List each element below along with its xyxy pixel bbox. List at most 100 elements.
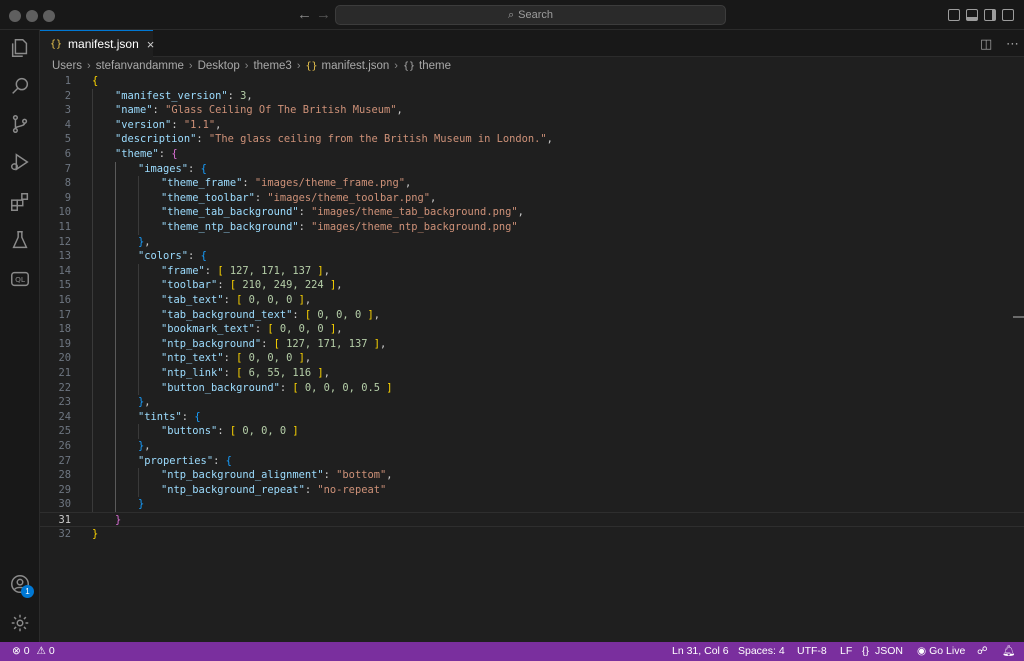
code-line[interactable]: 18 "bookmark_text": [ 0, 0, 0 ], xyxy=(40,322,1024,337)
code-token: : xyxy=(152,104,166,117)
extensions-icon[interactable] xyxy=(0,184,40,220)
forward-arrow-icon[interactable]: → xyxy=(316,5,331,25)
code-line[interactable]: 30} xyxy=(40,497,1024,512)
code-token: "bookmark_text" xyxy=(161,323,255,336)
code-line[interactable]: 2 "manifest_version": 3, xyxy=(40,89,1024,104)
code-token: : xyxy=(304,483,318,496)
code-editor[interactable]: 1{2 "manifest_version": 3, 3 "name": "Glass… xyxy=(40,74,1024,642)
breadcrumb-symbol[interactable]: theme xyxy=(419,60,451,72)
code-token: "no-repeat" xyxy=(317,483,387,496)
code-line[interactable]: 13 "colors": { xyxy=(40,249,1024,264)
code-token: , xyxy=(336,279,343,292)
code-token: : xyxy=(323,469,337,482)
code-token: , xyxy=(517,206,524,219)
code-line[interactable]: 1{ xyxy=(40,74,1024,89)
code-line[interactable]: 21 "ntp_link": [ 6, 55, 116 ], xyxy=(40,366,1024,381)
code-text: "ntp_background": [ 127, 171, 137 ], xyxy=(161,337,386,352)
code-line[interactable]: 15 "toolbar": [ 210, 249, 224 ], xyxy=(40,278,1024,293)
code-token: "toolbar" xyxy=(161,279,218,292)
code-line[interactable]: 14 "frame": [ 127, 171, 137 ], xyxy=(40,264,1024,279)
breadcrumb-item[interactable]: Users xyxy=(52,60,82,72)
code-line[interactable]: 11 "theme_ntp_background": "images/theme_… xyxy=(40,220,1024,235)
code-line[interactable]: 32} xyxy=(40,527,1024,542)
indentation-setting[interactable]: Spaces: 4 xyxy=(738,642,785,661)
source-control-icon[interactable] xyxy=(0,106,40,142)
language-mode[interactable]: {} JSON xyxy=(862,642,903,661)
code-line[interactable]: 28 "ntp_background_alignment": "bottom", xyxy=(40,468,1024,483)
code-line[interactable]: 9 "theme_toolbar": "images/theme_toolbar.… xyxy=(40,191,1024,206)
code-text: "theme_toolbar": "images/theme_toolbar.p… xyxy=(161,191,436,206)
chevron-right-icon: › xyxy=(394,60,398,72)
breadcrumb-file[interactable]: manifest.json xyxy=(322,60,390,72)
breadcrumb-item[interactable]: theme3 xyxy=(253,60,291,72)
braces-icon: {} xyxy=(862,645,870,657)
encoding-setting[interactable]: UTF-8 xyxy=(797,642,827,661)
code-token: "theme" xyxy=(115,148,159,160)
testing-icon[interactable] xyxy=(0,222,40,258)
explorer-icon[interactable] xyxy=(0,30,40,66)
code-line[interactable]: 20 "ntp_text": [ 0, 0, 0 ], xyxy=(40,351,1024,366)
customize-layout-icon[interactable] xyxy=(1002,9,1014,21)
code-line[interactable]: 29 "ntp_background_repeat": "no-repeat" xyxy=(40,483,1024,498)
code-token: "theme_ntp_background" xyxy=(161,221,299,233)
code-line[interactable]: 31} xyxy=(40,512,1024,527)
code-line[interactable]: 25 "buttons": [ 0, 0, 0 ] xyxy=(40,424,1024,439)
code-token: "ntp_background" xyxy=(161,337,262,350)
code-line[interactable]: 4 "version": "1.1", xyxy=(40,118,1024,133)
line-number: 6 xyxy=(64,148,71,160)
code-line[interactable]: 5 "description": "The glass ceiling from … xyxy=(40,132,1024,147)
breadcrumb-item[interactable]: stefanvandamme xyxy=(96,60,184,72)
code-token: "images/theme_tab_background.png" xyxy=(311,206,518,219)
feedback-icon[interactable]: ☍ xyxy=(977,642,988,661)
back-arrow-icon[interactable]: ← xyxy=(297,5,312,25)
code-line[interactable]: 12}, xyxy=(40,235,1024,250)
toggle-secondary-sidebar-icon[interactable] xyxy=(984,9,996,21)
code-line[interactable]: 17 "tab_background_text": [ 0, 0, 0 ], xyxy=(40,308,1024,323)
scrollbar-cursor-marker[interactable] xyxy=(1013,316,1024,318)
code-line[interactable]: 19 "ntp_background": [ 127, 171, 137 ], xyxy=(40,337,1024,352)
close-icon[interactable]: × xyxy=(147,37,155,52)
cursor-position[interactable]: Ln 31, Col 6 xyxy=(672,642,729,661)
chevron-right-icon: › xyxy=(188,60,193,72)
search-icon[interactable] xyxy=(0,68,40,104)
code-line[interactable]: 16 "tab_text": [ 0, 0, 0 ], xyxy=(40,293,1024,308)
code-line[interactable]: 27 "properties": { xyxy=(40,454,1024,469)
code-line[interactable]: 24 "tints": { xyxy=(40,410,1024,425)
run-debug-icon[interactable] xyxy=(0,144,40,180)
code-text: }, xyxy=(138,439,151,454)
minimize-window-button[interactable] xyxy=(26,10,38,22)
code-line[interactable]: 6 "theme": { xyxy=(40,147,1024,162)
code-token: , xyxy=(144,440,151,452)
settings-gear-icon[interactable] xyxy=(0,605,40,641)
code-token: "images/theme_toolbar.png" xyxy=(267,191,431,204)
eol-setting[interactable]: LF xyxy=(840,642,852,661)
code-token: , xyxy=(336,323,343,336)
tab-manifest-json[interactable]: {} manifest.json × xyxy=(40,30,155,57)
toggle-primary-sidebar-icon[interactable] xyxy=(948,9,960,21)
code-line[interactable]: 10 "theme_tab_background": "images/theme_… xyxy=(40,205,1024,220)
go-live-button[interactable]: ◉ Go Live xyxy=(917,642,965,661)
close-window-button[interactable] xyxy=(9,10,21,22)
breadcrumb-item[interactable]: Desktop xyxy=(198,60,240,72)
code-token: "tab_text" xyxy=(161,294,224,306)
accounts-icon[interactable]: 1 xyxy=(0,566,40,602)
split-editor-icon[interactable]: ◫ xyxy=(980,36,992,52)
code-line[interactable]: 3 "name": "Glass Ceiling Of The British M… xyxy=(40,103,1024,118)
code-token: : xyxy=(171,118,184,131)
code-line[interactable]: 7 "images": { xyxy=(40,162,1024,177)
code-line[interactable]: 23}, xyxy=(40,395,1024,410)
code-line[interactable]: 22 "button_background": [ 0, 0, 0, 0.5 ] xyxy=(40,381,1024,396)
problems-indicator[interactable]: ⊗ 0 ⚠ 0 xyxy=(12,642,55,661)
codeql-icon[interactable]: QL xyxy=(0,261,40,297)
code-token: "name" xyxy=(115,104,153,117)
maximize-window-button[interactable] xyxy=(43,10,55,22)
more-actions-icon[interactable]: ⋯ xyxy=(1006,36,1019,52)
toggle-panel-icon[interactable] xyxy=(966,9,978,21)
command-center-search[interactable]: ⌕ Search xyxy=(335,5,726,25)
code-line[interactable]: 26}, xyxy=(40,439,1024,454)
code-line[interactable]: 8 "theme_frame": "images/theme_frame.png"… xyxy=(40,176,1024,191)
code-token: , xyxy=(396,104,403,117)
code-token: , xyxy=(546,133,553,146)
line-number: 3 xyxy=(64,104,71,117)
bell-icon[interactable]: 🔔︎ xyxy=(1002,642,1015,661)
